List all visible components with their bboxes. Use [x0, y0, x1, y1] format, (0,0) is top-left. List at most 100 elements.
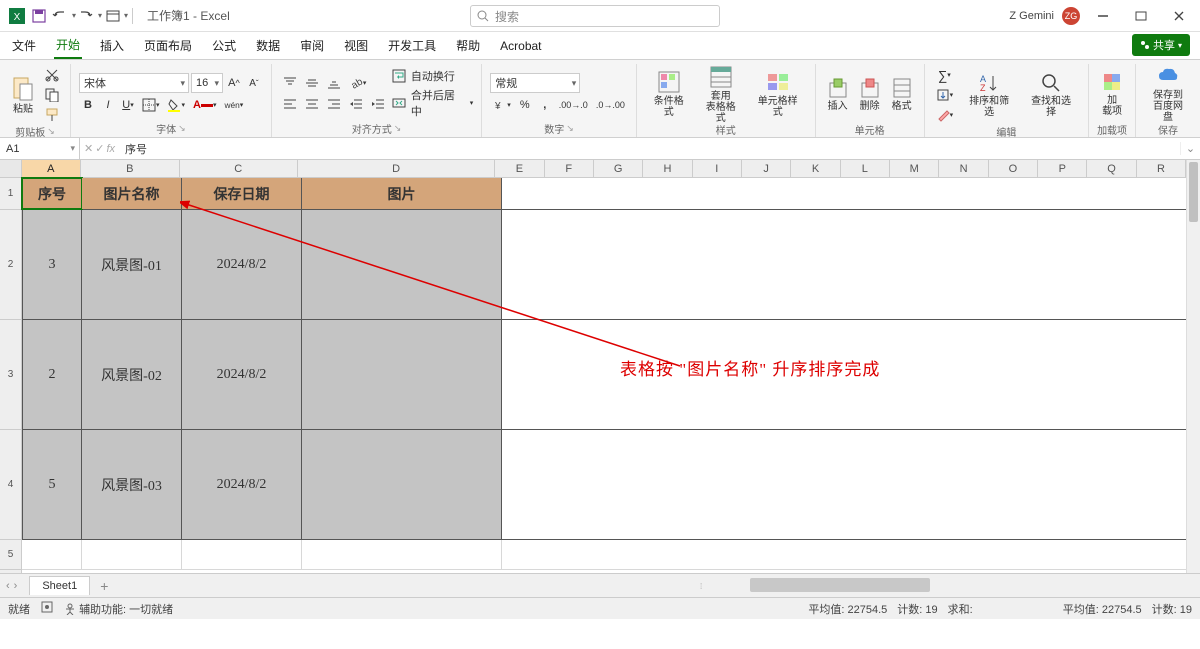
- col-header-Q[interactable]: Q: [1087, 160, 1136, 177]
- col-header-F[interactable]: F: [545, 160, 594, 177]
- paste-button[interactable]: 粘贴: [8, 67, 38, 123]
- conditional-format-button[interactable]: 条件格式: [645, 66, 693, 122]
- cell-B4[interactable]: 风景图-03: [82, 430, 182, 539]
- increase-font-icon[interactable]: A^: [225, 74, 243, 92]
- qat-dropdown-icon[interactable]: ▾: [124, 11, 128, 20]
- cell-A3[interactable]: 2: [22, 320, 82, 429]
- col-header-M[interactable]: M: [890, 160, 939, 177]
- minimize-button[interactable]: [1088, 2, 1118, 30]
- cell-C4[interactable]: 2024/8/2: [182, 430, 302, 539]
- number-format-select[interactable]: 常规: [490, 73, 580, 93]
- align-right-icon[interactable]: [324, 95, 344, 113]
- cell-D5[interactable]: [302, 540, 502, 569]
- tab-home[interactable]: 开始: [54, 32, 82, 59]
- scroll-thumb[interactable]: [750, 578, 930, 592]
- col-header-O[interactable]: O: [989, 160, 1038, 177]
- close-button[interactable]: [1164, 2, 1194, 30]
- font-family-select[interactable]: 宋体: [79, 73, 189, 93]
- col-header-J[interactable]: J: [742, 160, 791, 177]
- cell-A4[interactable]: 5: [22, 430, 82, 539]
- col-header-P[interactable]: P: [1038, 160, 1087, 177]
- col-header-B[interactable]: B: [81, 160, 180, 177]
- col-header-G[interactable]: G: [594, 160, 643, 177]
- col-header-H[interactable]: H: [643, 160, 692, 177]
- comma-button[interactable]: ,: [536, 96, 554, 114]
- cell-B1[interactable]: 图片名称: [82, 178, 182, 209]
- tab-review[interactable]: 审阅: [298, 33, 326, 58]
- decrease-indent-icon[interactable]: [346, 95, 366, 113]
- dialog-launcher-icon[interactable]: ↘: [178, 123, 186, 134]
- dialog-launcher-icon[interactable]: ↘: [394, 123, 402, 134]
- empty-cells[interactable]: [502, 320, 1186, 429]
- cell-A2[interactable]: 3: [22, 210, 82, 319]
- col-header-D[interactable]: D: [298, 160, 495, 177]
- tab-formula[interactable]: 公式: [210, 33, 238, 58]
- merge-button[interactable]: 合并后居中▾: [392, 87, 473, 119]
- fill-color-button[interactable]: ▾: [164, 96, 188, 114]
- dialog-launcher-icon[interactable]: ↘: [47, 126, 55, 137]
- cell-B3[interactable]: 风景图-02: [82, 320, 182, 429]
- row-header-3[interactable]: 3: [0, 320, 21, 430]
- bold-button[interactable]: B: [79, 96, 97, 114]
- cell-D3[interactable]: [302, 320, 502, 429]
- align-bottom-icon[interactable]: [324, 74, 344, 92]
- table-format-button[interactable]: 套用 表格格式: [697, 66, 745, 122]
- italic-button[interactable]: I: [99, 96, 117, 114]
- col-header-N[interactable]: N: [939, 160, 988, 177]
- align-top-icon[interactable]: [280, 74, 300, 92]
- name-box[interactable]: A1: [0, 138, 80, 159]
- save-icon[interactable]: [30, 7, 48, 25]
- underline-button[interactable]: U▾: [119, 96, 137, 114]
- clear-button[interactable]: ▾: [933, 106, 957, 124]
- copy-icon[interactable]: [42, 86, 62, 104]
- tab-data[interactable]: 数据: [254, 33, 282, 58]
- fill-button[interactable]: ▾: [933, 86, 957, 104]
- row-header-4[interactable]: 4: [0, 430, 21, 540]
- tab-acrobat[interactable]: Acrobat: [498, 35, 543, 57]
- cell-B5[interactable]: [82, 540, 182, 569]
- share-button[interactable]: 共享 ▾: [1132, 34, 1190, 56]
- row-header-2[interactable]: 2: [0, 210, 21, 320]
- increase-indent-icon[interactable]: [368, 95, 388, 113]
- col-header-L[interactable]: L: [841, 160, 890, 177]
- col-header-I[interactable]: I: [693, 160, 742, 177]
- cell-B2[interactable]: 风景图-01: [82, 210, 182, 319]
- tab-insert[interactable]: 插入: [98, 33, 126, 58]
- redo-icon[interactable]: [78, 7, 96, 25]
- baidu-save-button[interactable]: 保存到 百度网盘: [1144, 66, 1192, 122]
- cancel-formula-icon[interactable]: ✕: [84, 142, 93, 155]
- empty-cells[interactable]: [502, 430, 1186, 539]
- percent-button[interactable]: %: [516, 96, 534, 114]
- tab-scroll-split[interactable]: ⁞: [700, 582, 730, 591]
- maximize-button[interactable]: [1126, 2, 1156, 30]
- cell-D4[interactable]: [302, 430, 502, 539]
- expand-formula-icon[interactable]: ⌄: [1180, 142, 1200, 155]
- sort-filter-button[interactable]: AZ 排序和筛选: [960, 67, 1018, 123]
- user-name[interactable]: Z Gemini: [1009, 10, 1054, 22]
- enter-formula-icon[interactable]: ✓: [95, 142, 104, 155]
- decrease-font-icon[interactable]: Aˇ: [245, 74, 263, 92]
- row-header-1[interactable]: 1: [0, 178, 21, 210]
- insert-cells-button[interactable]: 插入: [824, 66, 852, 122]
- align-left-icon[interactable]: [280, 95, 300, 113]
- align-center-icon[interactable]: [302, 95, 322, 113]
- col-header-K[interactable]: K: [791, 160, 840, 177]
- empty-cells[interactable]: [502, 540, 1186, 569]
- tab-layout[interactable]: 页面布局: [142, 33, 194, 58]
- increase-decimal-icon[interactable]: .00→.0: [556, 96, 591, 114]
- row-header-5[interactable]: 5: [0, 540, 21, 570]
- align-middle-icon[interactable]: [302, 74, 322, 92]
- wrap-text-button[interactable]: 自动换行: [392, 68, 473, 84]
- tab-view[interactable]: 视图: [342, 33, 370, 58]
- orientation-icon[interactable]: ab▾: [346, 74, 370, 92]
- currency-button[interactable]: ¥▾: [490, 96, 514, 114]
- tab-dev[interactable]: 开发工具: [386, 33, 438, 58]
- cut-icon[interactable]: [42, 66, 62, 84]
- formula-input[interactable]: 序号: [119, 141, 1180, 157]
- col-header-E[interactable]: E: [495, 160, 544, 177]
- empty-cells[interactable]: [502, 210, 1186, 319]
- search-box[interactable]: 搜索: [470, 5, 720, 27]
- addins-button[interactable]: 加 载项: [1097, 66, 1127, 122]
- decrease-decimal-icon[interactable]: .0→.00: [593, 96, 628, 114]
- cell-A1[interactable]: 序号: [22, 178, 82, 209]
